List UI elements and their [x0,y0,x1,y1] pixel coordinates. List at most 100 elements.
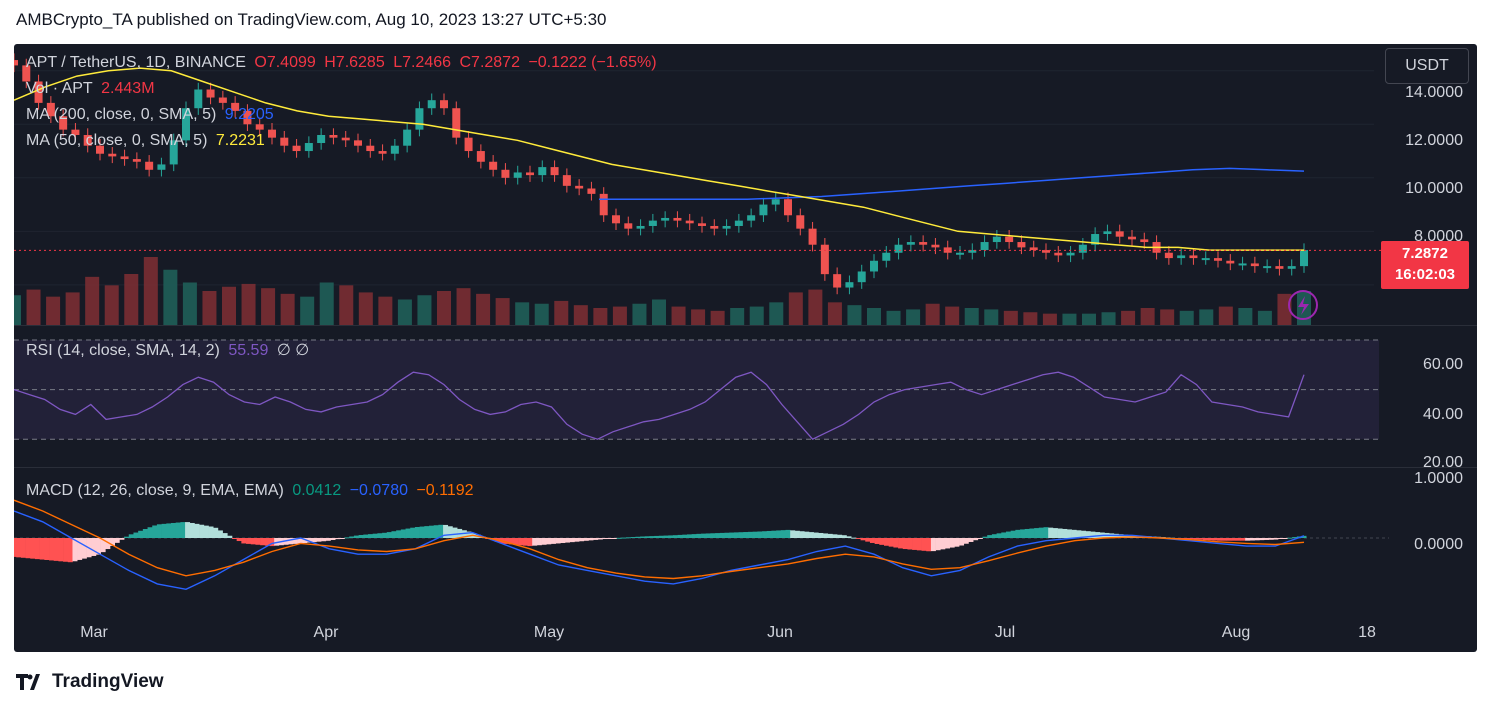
macd-histogram-bar [335,538,341,540]
macd-histogram-bar [58,538,64,562]
candle-body [894,244,903,253]
macd-histogram-bar [119,538,125,540]
macd-histogram-bar [433,525,439,538]
volume-bar [1199,309,1214,325]
macd-histogram-bar [823,533,829,538]
rsi-legend[interactable]: RSI (14, close, SMA, 14, 2) 55.59 ∅ ∅ [26,340,313,360]
symbol-label[interactable]: APT / TetherUS, 1D, BINANCE [26,54,246,71]
ma50-value: 7.2231 [215,132,265,149]
macd-histogram-bar [194,523,200,538]
macd-histogram-bar [1212,538,1218,541]
macd-histogram-bar [241,538,247,544]
macd-histogram-bar [804,531,810,538]
macd-histogram-bar [330,538,336,541]
price-tick: 10.0000 [1405,180,1463,197]
macd-histogram-bar [25,538,31,559]
currency-button[interactable]: USDT [1385,48,1469,84]
macd-histogram-bar [175,522,181,538]
volume-bar [182,282,197,325]
macd-histogram-bar [532,538,538,546]
candle-body [427,100,436,109]
ohlc-open: O7.4099 [254,54,316,71]
ma50-legend[interactable]: MA (50, close, 0, SMA, 5) 7.2231 [26,132,269,150]
macd-histogram-bar [860,538,866,541]
macd-histogram-bar [555,538,561,544]
macd-histogram-bar [644,536,650,538]
macd-histogram-bar [20,538,26,558]
volume-bar [612,306,627,325]
macd-histogram-bar [893,538,899,548]
ma200-legend[interactable]: MA (200, close, 0, SMA, 5) 9.2205 [26,106,278,124]
macd-histogram-bar [156,524,162,538]
candle-body [833,274,842,288]
volume-bar [143,257,158,325]
macd-histogram-bar [1020,529,1026,538]
volume-bar [85,276,100,325]
volume-bar [1121,310,1136,325]
macd-histogram-bar [865,538,871,542]
macd-histogram-bar [1263,538,1269,540]
macd-histogram-bar [138,530,144,538]
candle-body [292,145,301,152]
macd-histogram-bar [696,533,702,538]
macd-histogram-bar [1217,538,1223,541]
candle-body [550,167,559,176]
macd-histogram-bar [368,534,374,538]
ma50-label: MA (50, close, 0, SMA, 5) [26,132,208,149]
volume-bar [14,295,21,325]
macd-histogram-bar [53,538,59,561]
volume-bar [222,286,236,325]
macd-histogram-bar [1254,538,1260,541]
macd-histogram-bar [602,538,608,540]
macd-histogram-bar [729,532,735,538]
volume-value: 2.443M [101,80,155,97]
candle-body [317,134,326,144]
macd-histogram-bar [128,534,134,538]
volume-bar [319,282,334,325]
ohlc-close: C7.2872 [459,54,520,71]
candle-body [1029,247,1038,251]
pane-divider-price-rsi[interactable] [14,325,1477,326]
macd-histogram-bar [400,529,406,538]
x-tick-jun: Jun [767,624,793,641]
macd-histogram-bar [1071,529,1077,538]
candle-body [513,172,522,178]
macd-histogram-bar [372,533,378,538]
volume-bar [26,289,41,325]
macd-histogram-bar [1057,528,1063,538]
macd-histogram-bar [616,537,622,539]
macd-histogram-bar [973,538,979,541]
macd-histogram-bar [1015,529,1021,538]
macd-label: MACD (12, 26, close, 9, EMA, EMA) [26,482,284,499]
macd-histogram-bar [879,538,885,545]
volume-bar [671,306,686,325]
macd-histogram-bar [649,536,655,538]
candle-body [452,108,461,138]
macd-histogram-bar [884,538,890,546]
chart-frame[interactable]: APT / TetherUS, 1D, BINANCE O7.4099 H7.6… [14,44,1477,652]
candle-body [648,220,657,226]
pane-divider-rsi-macd[interactable] [14,467,1477,468]
macd-legend[interactable]: MACD (12, 26, close, 9, EMA, EMA) 0.0412… [26,482,478,500]
candle-body [1066,252,1075,256]
macd-histogram-bar [780,530,786,538]
macd-histogram-bar [1043,527,1049,538]
candle-body [1263,266,1272,269]
macd-histogram-bar [522,538,528,546]
volume-bar [554,300,569,325]
macd-histogram-bar [574,538,580,542]
macd-histogram-bar [452,527,458,538]
candle-body [624,223,633,229]
macd-histogram-bar [949,538,955,548]
ohlc-low: L7.2466 [393,54,452,71]
macd-histogram-bar [593,538,599,540]
volume-legend[interactable]: Vol · APT 2.443M [26,80,159,98]
macd-histogram-bar [771,530,777,538]
macd-histogram-bar [339,538,345,539]
macd-histogram-bar [715,533,721,538]
volume-bar [1160,309,1175,325]
tradingview-footer[interactable]: TradingView [16,671,164,693]
macd-histogram-bar [44,538,50,560]
volume-bar [163,269,178,325]
macd-histogram-bar [1048,527,1054,538]
